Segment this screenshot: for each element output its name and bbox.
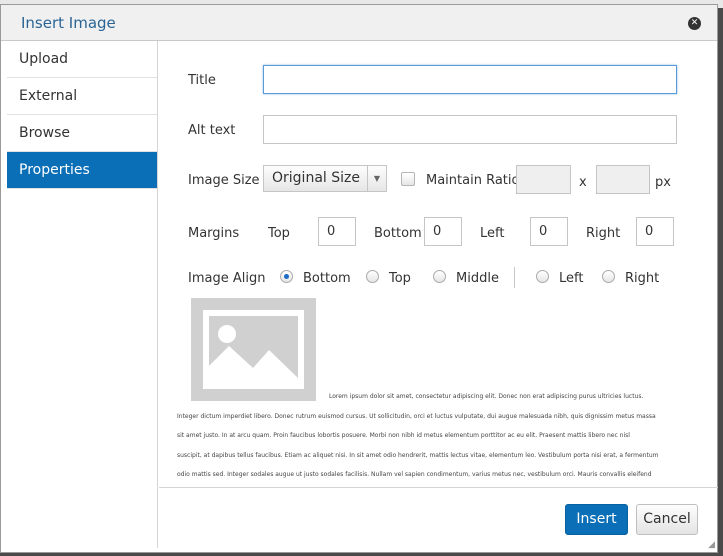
title-label: Title (188, 73, 216, 88)
px-unit-label: px (655, 175, 671, 190)
align-middle-label: Middle (456, 271, 499, 286)
sidebar: Upload External Browse Properties (7, 41, 158, 548)
align-top-label: Top (389, 271, 411, 286)
margin-bottom-input[interactable] (424, 217, 462, 246)
align-bottom-radio[interactable] (280, 270, 293, 283)
height-input[interactable] (596, 165, 650, 194)
align-middle-radio[interactable] (433, 270, 446, 283)
align-bottom-label: Bottom (303, 271, 351, 286)
tab-label: Properties (19, 162, 90, 178)
margin-top-label: Top (268, 226, 290, 241)
alt-text-label: Alt text (188, 123, 236, 138)
dialog-title: Insert Image (21, 14, 116, 32)
insert-image-dialog: Insert Image ✕ Upload External Browse Pr… (0, 4, 718, 553)
margin-left-label: Left (480, 226, 505, 241)
align-top-radio[interactable] (366, 270, 379, 283)
margin-left-input[interactable] (530, 217, 568, 246)
dimension-separator: x (579, 175, 587, 190)
preview-line: Integer dictum imperdiet libero. Donec r… (177, 412, 656, 420)
cancel-button[interactable]: Cancel (636, 504, 698, 535)
preview-text: Lorem ipsum dolor sit amet, consectetur … (177, 387, 687, 482)
margin-top-input[interactable] (318, 217, 356, 246)
align-right-label: Right (625, 271, 660, 286)
tab-external[interactable]: External (7, 78, 157, 115)
align-left-radio[interactable] (536, 270, 549, 283)
margin-bottom-label: Bottom (374, 226, 422, 241)
margins-label: Margins (188, 226, 240, 241)
resize-handle-icon[interactable]: ◢ (708, 540, 715, 550)
margin-right-label: Right (586, 226, 621, 241)
image-size-value: Original Size (272, 170, 360, 186)
tab-properties[interactable]: Properties (7, 152, 157, 189)
dialog-titlebar: Insert Image ✕ (1, 5, 717, 41)
image-placeholder-icon (191, 298, 316, 401)
alt-text-input[interactable] (263, 115, 677, 144)
properties-panel: Title Alt text Image Size Original Size … (159, 41, 718, 488)
preview-line: sit amet justo. In at arcu quam. Proin f… (177, 432, 630, 439)
image-size-label: Image Size (188, 173, 260, 188)
close-icon[interactable]: ✕ (688, 17, 701, 30)
preview-line: suscipit, at dapibus tellus faucibus. Et… (177, 451, 659, 459)
maintain-ratio-label: Maintain Ratio (426, 173, 520, 188)
margin-right-input[interactable] (636, 217, 674, 246)
maintain-ratio-checkbox[interactable] (401, 172, 415, 186)
tab-label: Upload (19, 51, 69, 67)
preview-line: odio mattis sed. Integer sodales augue u… (177, 471, 652, 478)
tab-browse[interactable]: Browse (7, 115, 157, 152)
preview-line: Lorem ipsum dolor sit amet, consectetur … (329, 393, 644, 400)
align-divider (514, 267, 515, 288)
align-left-label: Left (559, 271, 584, 286)
width-input[interactable] (516, 165, 571, 194)
title-input[interactable] (263, 65, 677, 94)
chevron-down-icon: ▼ (367, 166, 386, 191)
align-right-radio[interactable] (602, 270, 615, 283)
image-align-label: Image Align (188, 271, 266, 286)
insert-button[interactable]: Insert (565, 504, 628, 535)
image-size-select[interactable]: Original Size ▼ (263, 165, 387, 192)
tab-label: Browse (19, 125, 70, 141)
tab-label: External (19, 88, 78, 104)
tab-upload[interactable]: Upload (7, 41, 157, 78)
